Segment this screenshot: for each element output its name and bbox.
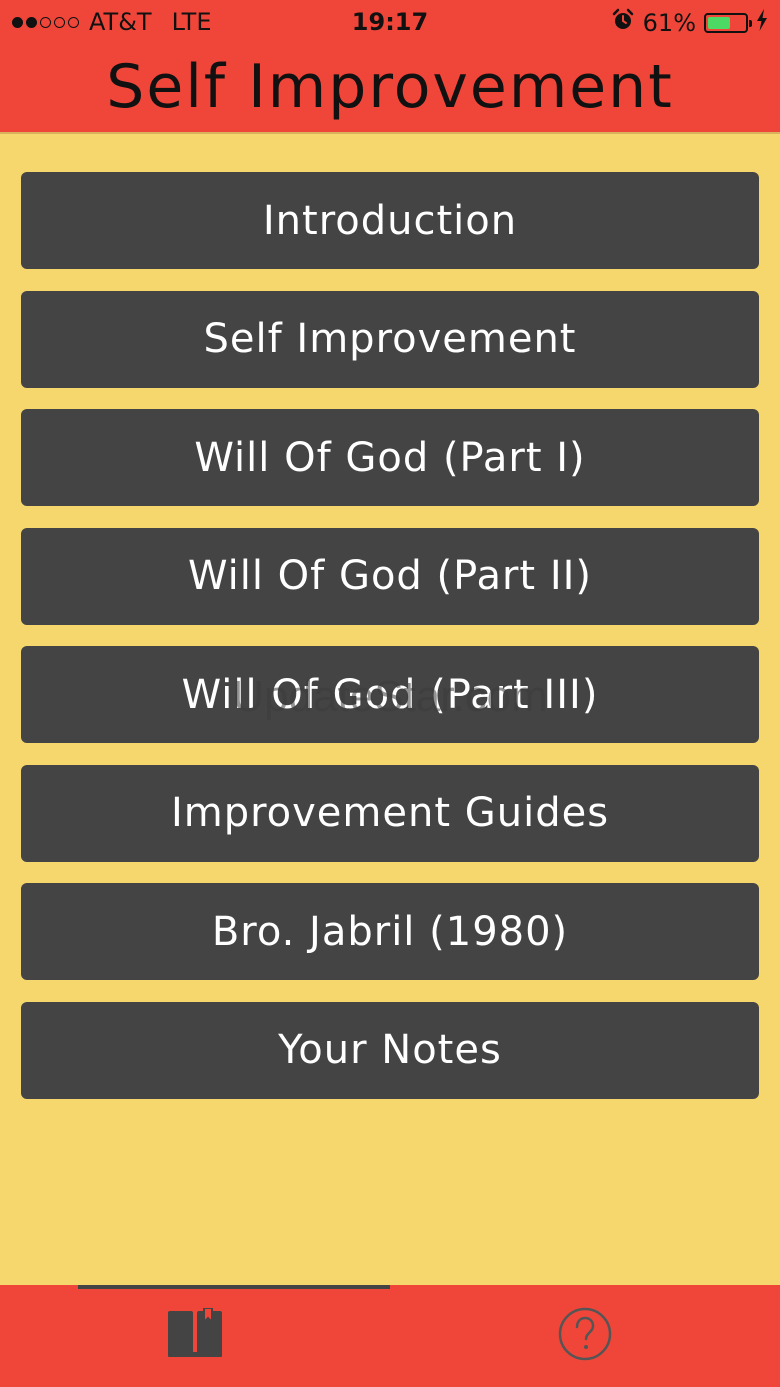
- menu-button-will-of-god-part-2[interactable]: Will Of God (Part II): [21, 527, 759, 625]
- header: AT&T LTE 19:17 61% Self Improvement: [0, 0, 780, 134]
- menu-button-your-notes[interactable]: Your Notes: [21, 1001, 759, 1099]
- help-circle-icon: [557, 1306, 613, 1367]
- status-bar: AT&T LTE 19:17 61%: [0, 0, 780, 44]
- battery-fill: [708, 17, 730, 29]
- menu-button-improvement-guides[interactable]: Improvement Guides: [21, 764, 759, 862]
- battery-icon: [704, 13, 752, 33]
- page-title: Self Improvement: [106, 52, 674, 122]
- battery-tip: [749, 20, 752, 27]
- menu-button-will-of-god-part-1[interactable]: Will Of God (Part I): [21, 409, 759, 506]
- tab-bar: [0, 1285, 780, 1387]
- menu-list: Introduction Self Improvement Will Of Go…: [21, 172, 759, 1120]
- lightning-bolt-icon: [756, 9, 768, 37]
- book-bookmark-icon: [167, 1306, 223, 1365]
- status-right: 61%: [611, 8, 768, 38]
- menu-button-self-improvement[interactable]: Self Improvement: [21, 290, 759, 388]
- battery-percent: 61%: [642, 9, 696, 37]
- menu-button-introduction[interactable]: Introduction: [21, 172, 759, 269]
- tab-book[interactable]: [0, 1285, 390, 1387]
- tab-help[interactable]: [390, 1285, 780, 1387]
- alarm-clock-icon: [611, 8, 635, 38]
- menu-button-will-of-god-part-3[interactable]: Will Of God (Part III): [21, 646, 759, 743]
- menu-button-bro-jabril-1980[interactable]: Bro. Jabril (1980): [21, 883, 759, 980]
